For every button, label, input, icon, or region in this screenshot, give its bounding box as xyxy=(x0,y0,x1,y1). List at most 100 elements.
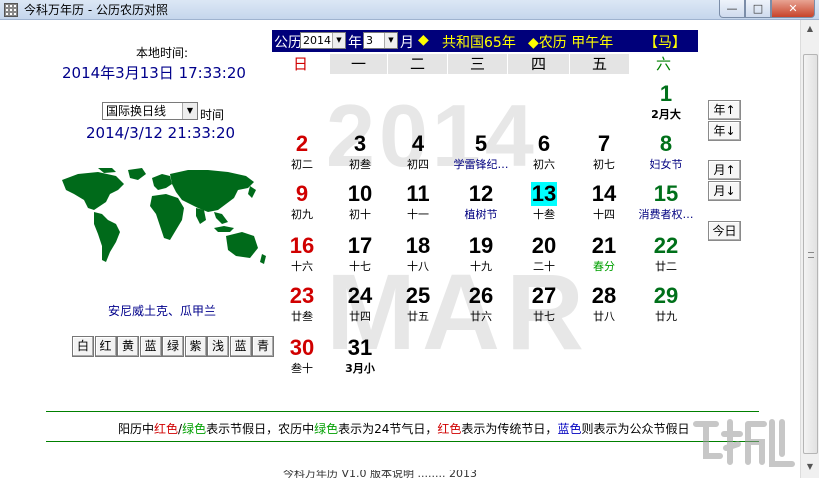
day-number: 10 xyxy=(330,182,390,206)
lunar-year: ◆农历 甲午年 xyxy=(528,35,614,51)
color-button-light[interactable]: 浅 xyxy=(207,336,229,357)
color-button-blue[interactable]: 蓝 xyxy=(139,336,162,357)
legend-green-1: 绿色 xyxy=(182,422,207,436)
minimize-button[interactable]: — xyxy=(719,0,745,18)
day-number-text: 30 xyxy=(289,335,315,360)
day-number-text: 31 xyxy=(347,335,373,360)
lunar-date: 十六 xyxy=(291,260,313,273)
lunar-date: 廿九 xyxy=(655,310,677,323)
chevron-down-icon[interactable]: ▼ xyxy=(384,33,397,48)
day-cell[interactable]: 20 二十 xyxy=(514,234,574,274)
scroll-thumb[interactable] xyxy=(803,54,818,454)
lunar-date: 初九 xyxy=(291,208,313,221)
day-cell[interactable]: 24 廿四 xyxy=(330,284,390,324)
month-down-button[interactable]: 月↓ xyxy=(708,181,741,201)
day-cell[interactable]: 15 消费者权… xyxy=(636,182,696,222)
day-cell[interactable]: 14 十四 xyxy=(574,182,634,222)
day-cell[interactable]: 4 初四 xyxy=(388,132,448,172)
day-cell[interactable]: 10 初十 xyxy=(330,182,390,222)
day-cell[interactable]: 5 学雷锋纪… xyxy=(451,132,511,172)
timezone-select[interactable]: 国际换日线 ▼ xyxy=(102,102,198,120)
chevron-down-icon[interactable]: ▼ xyxy=(182,103,197,119)
version-info: 今科万年历 V1.0 版本说明 ........ 2013 xyxy=(283,470,477,478)
day-cell[interactable]: 17 十七 xyxy=(330,234,390,274)
day-number-text: 19 xyxy=(468,233,494,258)
weekday-fri: 五 xyxy=(570,54,630,74)
year-down-button[interactable]: 年↓ xyxy=(708,121,741,141)
day-number: 28 xyxy=(574,284,634,308)
day-cell[interactable]: 19 十九 xyxy=(451,234,511,274)
day-cell[interactable]: 9 初九 xyxy=(272,182,332,222)
lunar-date: 初六 xyxy=(533,158,555,171)
lunar-date: 十叁 xyxy=(533,208,555,221)
lunar-date: 十一 xyxy=(407,208,429,221)
color-button-purple[interactable]: 紫 xyxy=(184,336,207,357)
close-button[interactable]: ✕ xyxy=(771,0,815,18)
day-cell[interactable]: 18 十八 xyxy=(388,234,448,274)
world-map[interactable] xyxy=(58,166,270,266)
color-button-green[interactable]: 绿 xyxy=(162,336,184,357)
color-button-red[interactable]: 红 xyxy=(94,336,117,357)
day-cell[interactable]: 7 初七 xyxy=(574,132,634,172)
title-bar: 今科万年历 - 公历农历对照 — □ ✕ xyxy=(0,0,819,20)
maximize-button[interactable]: □ xyxy=(745,0,771,18)
site-watermark-logo xyxy=(693,419,795,467)
legend-blue-1: 蓝色 xyxy=(557,422,582,436)
day-cell[interactable]: 16 十六 xyxy=(272,234,332,274)
day-cell[interactable]: 3 初叁 xyxy=(330,132,390,172)
color-button-blue-2[interactable]: 蓝 xyxy=(229,336,252,357)
day-cell[interactable]: 8 妇女节 xyxy=(636,132,696,172)
day-cell[interactable]: 1 2月大 xyxy=(636,82,696,122)
chevron-down-icon[interactable]: ▼ xyxy=(332,33,345,48)
lunar-date: 十七 xyxy=(349,260,371,273)
timezone-datetime: 2014/3/12 21:33:20 xyxy=(86,124,236,142)
weekday-header: 日 一 二 三 四 五 六 xyxy=(272,54,698,74)
day-number: 8 xyxy=(636,132,696,156)
legend-red-2: 红色 xyxy=(437,422,462,436)
day-cell[interactable]: 28 廿八 xyxy=(574,284,634,324)
lunar-date: 初叁 xyxy=(349,158,371,171)
day-number: 9 xyxy=(272,182,332,206)
month-select[interactable]: 3 ▼ xyxy=(363,32,398,49)
color-button-yellow[interactable]: 黄 xyxy=(117,336,139,357)
day-number-text: 26 xyxy=(468,283,494,308)
day-cell[interactable]: 27 廿七 xyxy=(514,284,574,324)
legend-red-1: 红色 xyxy=(154,422,179,436)
year-up-button[interactable]: 年↑ xyxy=(708,100,741,120)
day-number: 20 xyxy=(514,234,574,258)
color-button-cyan[interactable]: 青 xyxy=(252,336,274,357)
day-number-text: 20 xyxy=(531,233,557,258)
day-number: 21 xyxy=(574,234,634,258)
legend-text-5: 则表示为公众节假日 xyxy=(581,422,690,436)
day-cell[interactable]: 23 廿叁 xyxy=(272,284,332,324)
republic-year: 共和国65年 xyxy=(442,35,516,51)
day-cell[interactable]: 30 叁十 xyxy=(272,336,332,376)
legend-text-3: 表示为24节气日， xyxy=(338,422,438,436)
day-number: 14 xyxy=(574,182,634,206)
day-cell[interactable]: 21 春分 xyxy=(574,234,634,274)
day-cell[interactable]: 22 廿二 xyxy=(636,234,696,274)
color-button-white[interactable]: 白 xyxy=(72,336,94,357)
day-number: 1 xyxy=(636,82,696,106)
year-select[interactable]: 2014 ▼ xyxy=(300,32,346,49)
local-time-label: 本地时间: xyxy=(136,46,189,60)
month-up-button[interactable]: 月↑ xyxy=(708,160,741,180)
day-number: 19 xyxy=(451,234,511,258)
scroll-down-arrow-icon[interactable]: ▼ xyxy=(803,460,817,474)
day-number-text: 11 xyxy=(406,181,430,206)
today-button[interactable]: 今日 xyxy=(708,221,741,241)
day-cell[interactable]: 26 廿六 xyxy=(451,284,511,324)
lunar-date: 学雷锋纪… xyxy=(453,158,509,171)
day-cell[interactable]: 6 初六 xyxy=(514,132,574,172)
day-cell[interactable]: 12 植树节 xyxy=(451,182,511,222)
vertical-scrollbar[interactable]: ▲ ▼ xyxy=(800,20,819,478)
day-number: 11 xyxy=(388,182,448,206)
scroll-up-arrow-icon[interactable]: ▲ xyxy=(803,22,817,36)
day-cell[interactable]: 11 十一 xyxy=(388,182,448,222)
day-cell[interactable]: 31 3月小 xyxy=(330,336,390,376)
day-cell[interactable]: 29 廿九 xyxy=(636,284,696,324)
day-cell[interactable]: 13 十叁 xyxy=(514,182,574,222)
day-cell[interactable]: 25 廿五 xyxy=(388,284,448,324)
day-number-text: 6 xyxy=(537,131,551,156)
day-cell[interactable]: 2 初二 xyxy=(272,132,332,172)
